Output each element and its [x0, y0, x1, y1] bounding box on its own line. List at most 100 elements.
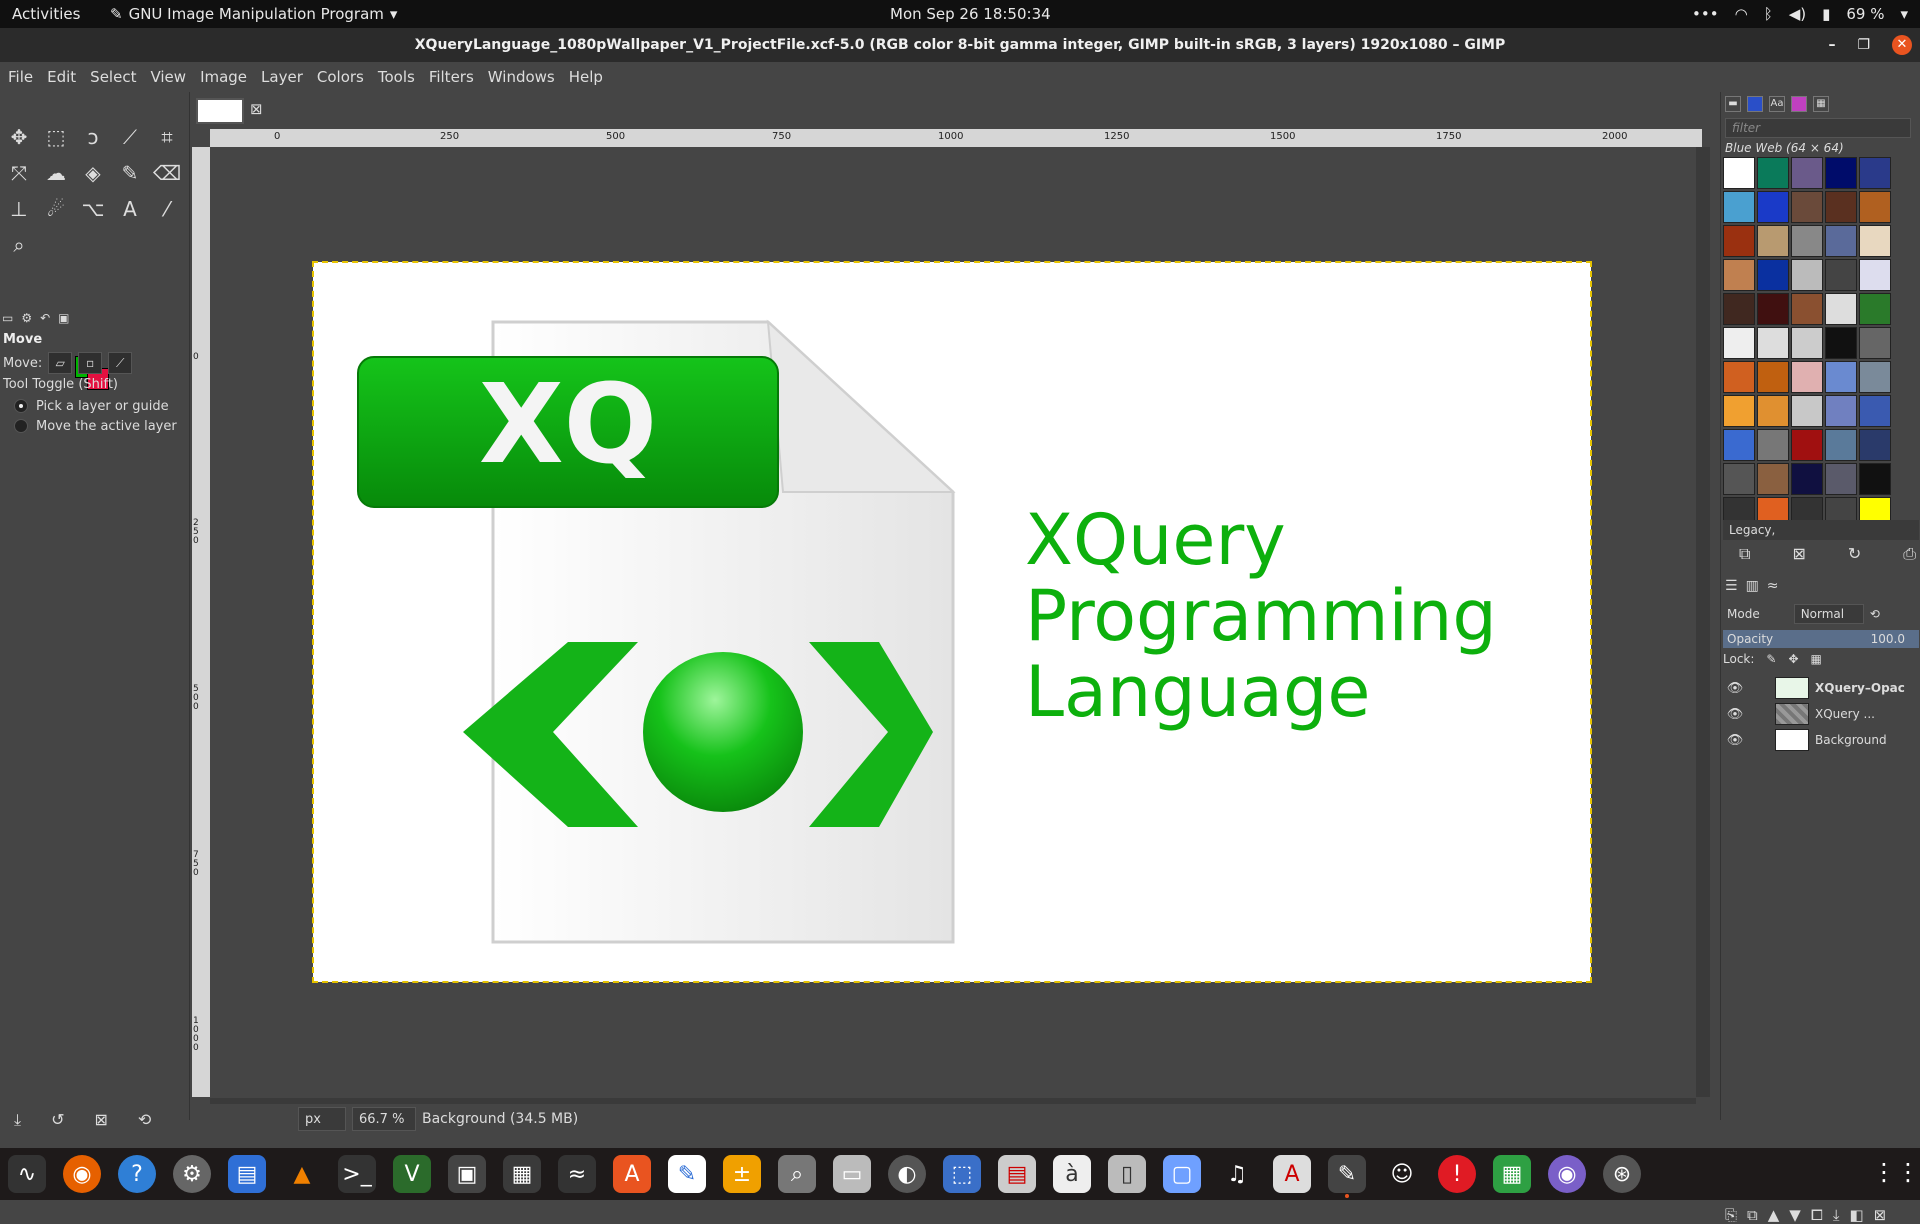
clone-tool-icon[interactable]: ⊥	[4, 194, 34, 224]
layer-row[interactable]: 👁 Background	[1723, 728, 1919, 752]
lock-alpha-icon[interactable]: ▦	[1811, 652, 1822, 666]
layer-row[interactable]: 👁 XQuery ...	[1723, 702, 1919, 726]
software-icon[interactable]: A	[613, 1155, 651, 1193]
gradients-tab-icon[interactable]	[1791, 96, 1807, 112]
close-button[interactable]: ✕	[1892, 35, 1912, 55]
clock[interactable]: Mon Sep 26 18:50:34	[890, 5, 1051, 23]
palettes-tab-icon[interactable]: ▦	[1813, 96, 1829, 112]
pattern-swatch[interactable]	[1825, 395, 1857, 427]
new-layer-icon[interactable]: ⎘	[1725, 1206, 1737, 1224]
move-selection-option[interactable]: ▫	[78, 352, 103, 374]
menu-windows[interactable]: Windows	[488, 68, 555, 86]
delete-layer-icon[interactable]: ⊠	[1874, 1206, 1887, 1224]
patterns-tab-icon[interactable]	[1747, 96, 1763, 112]
minimize-button[interactable]: –	[1828, 28, 1835, 62]
delete-pattern-icon[interactable]: ⊠	[1792, 544, 1805, 564]
activities-button[interactable]: Activities	[12, 5, 80, 23]
eraser-tool-icon[interactable]: ⌫	[152, 158, 182, 188]
menu-file[interactable]: File	[8, 68, 33, 86]
pattern-swatch[interactable]	[1723, 293, 1755, 325]
help-icon[interactable]: ?	[118, 1155, 156, 1193]
pattern-swatch[interactable]	[1859, 293, 1891, 325]
show-apps-icon[interactable]: ⋮⋮⋮	[1872, 1158, 1920, 1186]
pattern-swatch[interactable]	[1757, 157, 1789, 189]
bucket-fill-tool-icon[interactable]: ◈	[78, 158, 108, 188]
layer-row[interactable]: 👁 XQuery–Opac	[1723, 676, 1919, 700]
fuzzy-select-tool-icon[interactable]: ⟋	[115, 122, 145, 152]
pattern-swatch[interactable]	[1825, 225, 1857, 257]
pattern-tag-filter[interactable]: Legacy,	[1723, 520, 1919, 540]
pattern-swatch[interactable]	[1791, 395, 1823, 427]
pattern-swatch[interactable]	[1825, 191, 1857, 223]
image-canvas[interactable]: XQ XQuery Programming Language	[312, 261, 1592, 983]
rect-select-tool-icon[interactable]: ⬚	[41, 122, 71, 152]
open-pattern-icon[interactable]: ⎙	[1903, 544, 1916, 564]
duplicate-layer-icon[interactable]: ⧠	[1811, 1206, 1823, 1224]
delete-options-icon[interactable]: ⊠	[94, 1110, 107, 1130]
menu-edit[interactable]: Edit	[47, 68, 76, 86]
system-tray[interactable]: ••• ◠ ᛒ ◀) ▮ 69 % ▾	[1692, 5, 1908, 23]
pattern-swatch[interactable]	[1757, 361, 1789, 393]
save-options-icon[interactable]: ⤓	[14, 1110, 21, 1130]
pattern-swatch[interactable]	[1825, 327, 1857, 359]
pattern-swatch[interactable]	[1723, 157, 1755, 189]
lasso-tool-icon[interactable]: ↄ	[78, 122, 108, 152]
pattern-swatch[interactable]	[1825, 429, 1857, 461]
pattern-swatch[interactable]	[1757, 293, 1789, 325]
menu-view[interactable]: View	[150, 68, 186, 86]
warp-tool-icon[interactable]: ☁	[41, 158, 71, 188]
move-active-layer-radio[interactable]: Move the active layer	[14, 416, 184, 436]
pattern-swatch[interactable]	[1791, 463, 1823, 495]
updates-icon[interactable]: ⊛	[1603, 1155, 1641, 1193]
paintbrush-tool-icon[interactable]: ✎	[115, 158, 145, 188]
move-path-option[interactable]: ⟋	[108, 352, 133, 374]
menu-select[interactable]: Select	[90, 68, 136, 86]
pattern-swatch[interactable]	[1825, 259, 1857, 291]
merge-layer-icon[interactable]: ⤓	[1833, 1206, 1840, 1224]
opacity-slider[interactable]: Opacity 100.0	[1723, 630, 1919, 648]
pattern-swatch[interactable]	[1723, 225, 1755, 257]
pattern-swatch[interactable]	[1723, 361, 1755, 393]
pattern-swatch[interactable]	[1723, 429, 1755, 461]
music-icon[interactable]: ♫	[1218, 1155, 1256, 1193]
pattern-swatch[interactable]	[1723, 327, 1755, 359]
paths-tab-icon[interactable]: ≈	[1767, 578, 1779, 594]
unit-selector[interactable]: px	[298, 1107, 346, 1131]
opacity-value[interactable]: 100.0	[1871, 630, 1905, 648]
duplicate-pattern-icon[interactable]: ⧉	[1739, 544, 1750, 564]
pattern-swatch[interactable]	[1825, 361, 1857, 393]
pattern-swatch[interactable]	[1757, 395, 1789, 427]
pattern-swatch[interactable]	[1859, 361, 1891, 393]
pattern-swatch[interactable]	[1859, 463, 1891, 495]
maximize-button[interactable]: ❐	[1857, 28, 1870, 62]
pattern-swatch[interactable]	[1791, 225, 1823, 257]
radio-dot[interactable]	[14, 399, 28, 413]
vim-icon[interactable]: V	[393, 1155, 431, 1193]
pattern-swatch[interactable]	[1791, 259, 1823, 291]
pattern-swatch[interactable]	[1757, 191, 1789, 223]
horizontal-ruler[interactable]: 0 250 500 750 1000 1250 1500 1750 2000	[210, 129, 1702, 147]
close-image-tab-icon[interactable]: ⊠	[250, 100, 263, 118]
menu-help[interactable]: Help	[569, 68, 603, 86]
pattern-swatch[interactable]	[1859, 429, 1891, 461]
gimp-taskbar-icon[interactable]: ✎	[1328, 1155, 1366, 1198]
screenshot-icon[interactable]: ▣	[448, 1155, 486, 1193]
firefox-icon[interactable]: ◉	[63, 1155, 101, 1193]
remote-icon[interactable]: ▢	[1163, 1155, 1201, 1193]
raise-layer-icon[interactable]: ▲	[1768, 1206, 1780, 1224]
zoom-selector[interactable]: 66.7 %	[352, 1107, 416, 1131]
mode-reset-icon[interactable]: ⟲	[1870, 607, 1880, 621]
pattern-swatch[interactable]	[1859, 157, 1891, 189]
pdf-icon[interactable]: A	[1273, 1155, 1311, 1193]
refresh-patterns-icon[interactable]: ↻	[1848, 544, 1861, 564]
move-tool-icon[interactable]: ✥	[4, 122, 34, 152]
pattern-swatch[interactable]	[1791, 191, 1823, 223]
pattern-swatch[interactable]	[1757, 429, 1789, 461]
paths-tool-icon[interactable]: ⌥	[78, 194, 108, 224]
mask-icon[interactable]: ◧	[1849, 1206, 1863, 1224]
restore-options-icon[interactable]: ↺	[51, 1110, 64, 1130]
system-monitor-icon[interactable]: ∿	[8, 1155, 46, 1193]
pattern-swatch[interactable]	[1825, 463, 1857, 495]
vlc-icon[interactable]: ▲	[283, 1155, 321, 1193]
character-map-icon[interactable]: à	[1053, 1155, 1091, 1193]
